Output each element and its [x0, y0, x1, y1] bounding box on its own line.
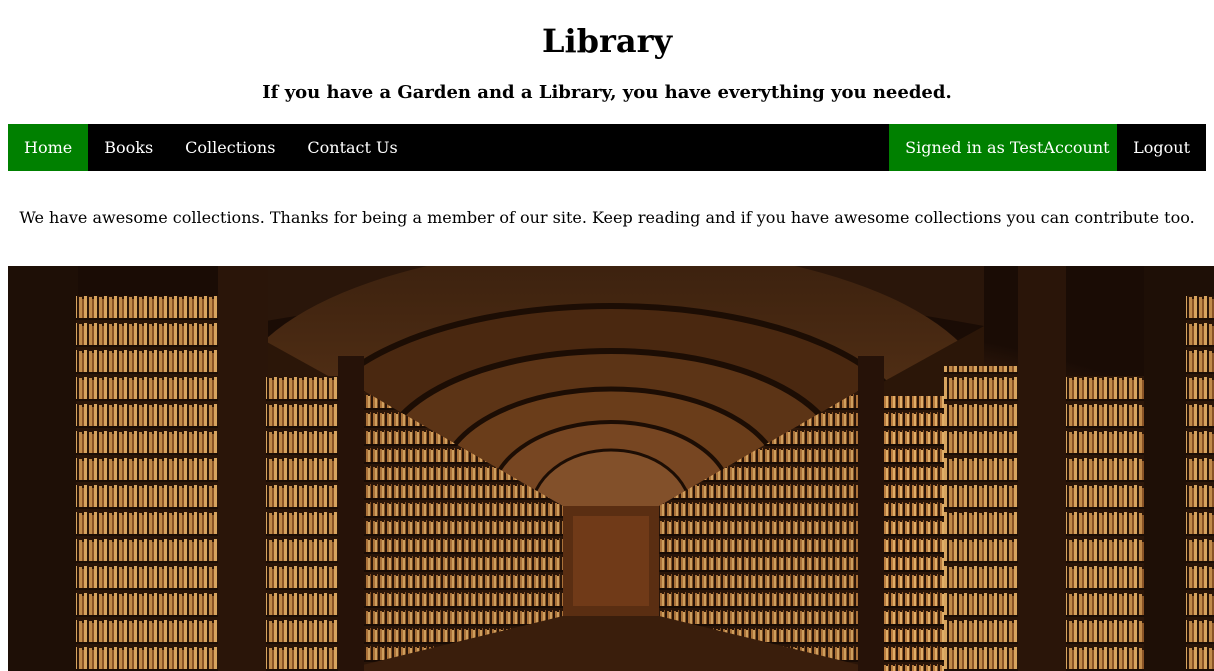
- signed-in-user[interactable]: Signed in as TestAccount: [889, 124, 1118, 171]
- nav-contact-us[interactable]: Contact Us: [291, 124, 413, 171]
- main-navbar: Home Books Collections Contact Us Signed…: [8, 124, 1206, 171]
- nav-books[interactable]: Books: [88, 124, 169, 171]
- nav-account: Signed in as TestAccount Logout: [889, 124, 1206, 171]
- nav-links: Home Books Collections Contact Us: [8, 124, 414, 171]
- library-hall-image: [8, 266, 1214, 671]
- site-tagline: If you have a Garden and a Library, you …: [262, 82, 952, 103]
- intro-text: We have awesome collections. Thanks for …: [19, 208, 1195, 227]
- nav-home[interactable]: Home: [8, 124, 89, 171]
- site-title: Library: [541, 22, 673, 60]
- logout-link[interactable]: Logout: [1117, 124, 1206, 171]
- nav-collections[interactable]: Collections: [169, 124, 291, 171]
- library-hall-illustration: [8, 266, 1214, 671]
